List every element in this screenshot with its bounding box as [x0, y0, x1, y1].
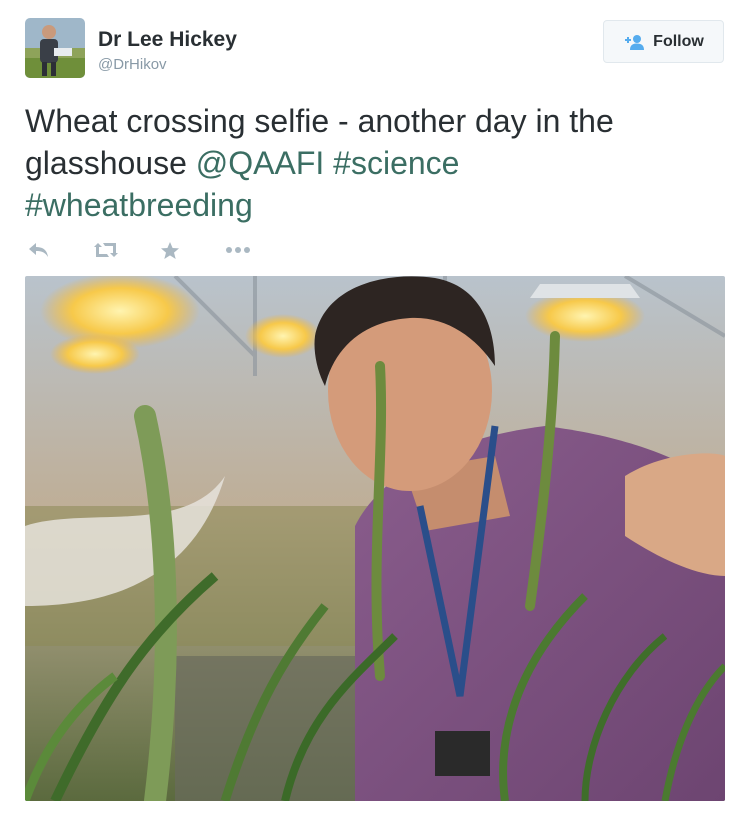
favorite-icon[interactable]: [159, 241, 181, 260]
selfie-image: [25, 276, 725, 801]
avatar[interactable]: [25, 18, 85, 78]
author-name[interactable]: Dr Lee Hickey: [98, 28, 237, 52]
reply-icon[interactable]: [25, 242, 51, 258]
follow-button-label: Follow: [653, 32, 704, 50]
add-user-icon: [623, 34, 645, 50]
author-handle[interactable]: @DrHikov: [98, 56, 167, 73]
tweet-photo[interactable]: [25, 276, 725, 801]
more-icon[interactable]: [225, 246, 251, 254]
hashtag-link[interactable]: #wheatbreeding: [25, 187, 253, 223]
retweet-icon[interactable]: [91, 241, 121, 259]
avatar-image: [25, 18, 85, 78]
hashtag-link[interactable]: #science: [333, 145, 459, 181]
mention-link[interactable]: @QAAFI: [196, 145, 325, 181]
follow-button[interactable]: Follow: [603, 20, 724, 63]
tweet-text: Wheat crossing selfie - another day in t…: [25, 100, 715, 226]
tweet-actions: [25, 238, 251, 262]
